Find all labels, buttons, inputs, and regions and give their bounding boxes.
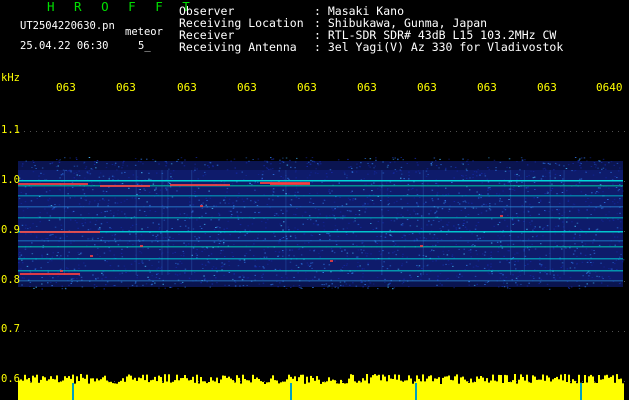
time-tick: 0640 <box>596 81 623 94</box>
time-tick: 063 <box>297 81 317 94</box>
spectrogram <box>18 131 625 400</box>
time-tick: 063 <box>56 81 76 94</box>
freq-tick: 1.0 <box>1 174 20 186</box>
antenna-label: Receiving Antenna <box>179 40 297 54</box>
freq-tick: 0.8 <box>1 274 20 286</box>
meteor-label: meteor <box>125 26 163 38</box>
power-profile <box>18 374 624 400</box>
time-tick: 063 <box>477 81 497 94</box>
app-brand: H R O F F T <box>47 0 196 14</box>
image-filename: UT2504220630.pn <box>20 20 115 32</box>
freq-tick: 1.1 <box>1 124 20 136</box>
hrofft-window: H R O F F T UT2504220630.pn meteor 25.04… <box>0 0 629 400</box>
time-tick: 063 <box>357 81 377 94</box>
time-tick: 063 <box>177 81 197 94</box>
observation-datetime: 25.04.22 06:30 <box>20 40 109 52</box>
time-tick: 063 <box>116 81 136 94</box>
freq-tick: 0.6 <box>1 373 20 385</box>
time-tick: 063 <box>537 81 557 94</box>
freq-tick: 0.7 <box>1 323 20 335</box>
noise-field <box>18 157 625 290</box>
meteor-count: 5_ <box>138 40 151 52</box>
freq-tick: 0.9 <box>1 224 20 236</box>
antenna-value: : 3el Yagi(V) Az 330 for Vladivostok <box>314 40 564 54</box>
frequency-unit-label: kHz <box>1 72 20 84</box>
time-tick: 063 <box>237 81 257 94</box>
time-tick: 063 <box>417 81 437 94</box>
